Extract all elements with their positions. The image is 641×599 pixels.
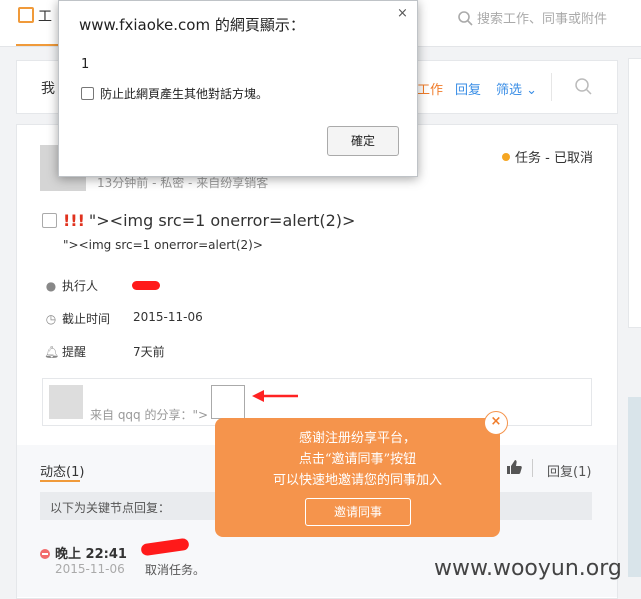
work-tab-label: 工	[38, 9, 52, 25]
close-icon[interactable]: ×	[397, 6, 408, 21]
broken-image-icon	[211, 385, 245, 419]
divider	[551, 73, 552, 101]
person-icon: ●	[45, 279, 57, 293]
share-avatar	[49, 385, 83, 419]
global-search[interactable]: 搜索工作、同事或附件	[458, 8, 607, 27]
watermark: www.wooyun.org	[434, 556, 622, 581]
task-checkbox[interactable]	[42, 213, 57, 228]
like-icon[interactable]	[506, 459, 522, 475]
minus-circle-icon	[40, 549, 50, 559]
search-placeholder: 搜索工作、同事或附件	[477, 12, 608, 27]
suppress-dialogs-checkbox[interactable]: 防止此網頁產生其他對話方塊。	[81, 85, 268, 102]
filter-reply-tab[interactable]: 回复	[455, 79, 481, 98]
deadline-label: 截止时间	[62, 312, 111, 326]
remind-label: 提醒	[62, 345, 87, 359]
bell-icon: 🔔︎	[44, 345, 60, 359]
invite-popup-text: 感谢注册纷享平台， 点击“邀请同事”按钮 可以快速地邀请您的同事加入	[215, 428, 500, 491]
work-tab[interactable]: 工	[18, 6, 52, 26]
close-icon[interactable]: ×	[484, 411, 508, 435]
executor-label: 执行人	[62, 279, 99, 293]
divider	[532, 459, 533, 477]
task-title-text: "><img src=1 onerror=alert(2)>	[88, 211, 356, 230]
dialog-title: www.fxiaoke.com 的網頁顯示：	[79, 16, 305, 34]
ok-button[interactable]: 確定	[327, 126, 399, 156]
work-icon	[18, 7, 34, 23]
status-dot-icon	[502, 153, 510, 161]
executor-row: ● 执行人	[44, 277, 98, 294]
deadline-row: ◷ 截止时间 2015-11-06	[44, 310, 203, 327]
status-badge: 任务 - 已取消	[502, 147, 593, 166]
log-time-text: 晚上 22:41	[55, 547, 127, 562]
checkbox-icon[interactable]	[81, 87, 94, 100]
log-action: 取消任务。	[145, 563, 206, 577]
key-node-hint-text: 以下为关键节点回复：	[50, 501, 171, 515]
task-description: "><img src=1 onerror=alert(2)>	[63, 238, 263, 252]
invite-colleague-button[interactable]: 邀请同事	[305, 498, 411, 526]
filter-label: 筛选	[496, 83, 523, 98]
invite-line-1: 感谢注册纷享平台，	[298, 431, 416, 446]
remind-row: 🔔︎ 提醒 7天前	[44, 343, 165, 360]
share-text: 来自 qqq 的分享：">	[90, 408, 209, 422]
right-map-thumbnail	[628, 397, 641, 577]
search-icon	[458, 11, 473, 26]
chevron-down-icon: ⌄	[526, 83, 538, 98]
filter-work-tab[interactable]: 工作	[417, 79, 443, 98]
search-icon[interactable]	[575, 78, 592, 95]
active-tab-indicator	[40, 480, 80, 482]
alert-dialog: www.fxiaoke.com 的網頁顯示： × 1 防止此網頁產生其他對話方塊…	[58, 0, 418, 177]
task-title: !!! "><img src=1 onerror=alert(2)>	[42, 211, 355, 230]
status-text: 任务 - 已取消	[515, 151, 593, 166]
invite-popup: 感谢注册纷享平台， 点击“邀请同事”按钮 可以快速地邀请您的同事加入 邀请同事	[215, 418, 500, 537]
right-panel	[628, 58, 641, 328]
deadline-value: 2015-11-06	[133, 310, 203, 324]
priority-marker: !!!	[63, 211, 85, 230]
reply-count-button[interactable]: 回复(1)	[547, 461, 591, 480]
log-time: 晚上 22:41	[40, 543, 127, 562]
filter-dropdown[interactable]: 筛选 ⌄	[496, 79, 537, 98]
red-arrow-annotation	[252, 390, 298, 402]
suppress-dialogs-label: 防止此網頁產生其他對話方塊。	[100, 87, 269, 101]
log-date: 2015-11-06	[55, 562, 125, 576]
clock-icon: ◷	[45, 312, 57, 326]
remind-value: 7天前	[133, 345, 165, 359]
mine-label[interactable]: 我	[41, 78, 55, 98]
invite-line-3: 可以快速地邀请您的同事加入	[272, 473, 442, 488]
tab-activity[interactable]: 动态(1)	[40, 461, 84, 480]
dialog-message: 1	[81, 57, 90, 72]
invite-line-2: 点击“邀请同事”按钮	[298, 452, 417, 467]
redaction-mark	[132, 281, 160, 290]
